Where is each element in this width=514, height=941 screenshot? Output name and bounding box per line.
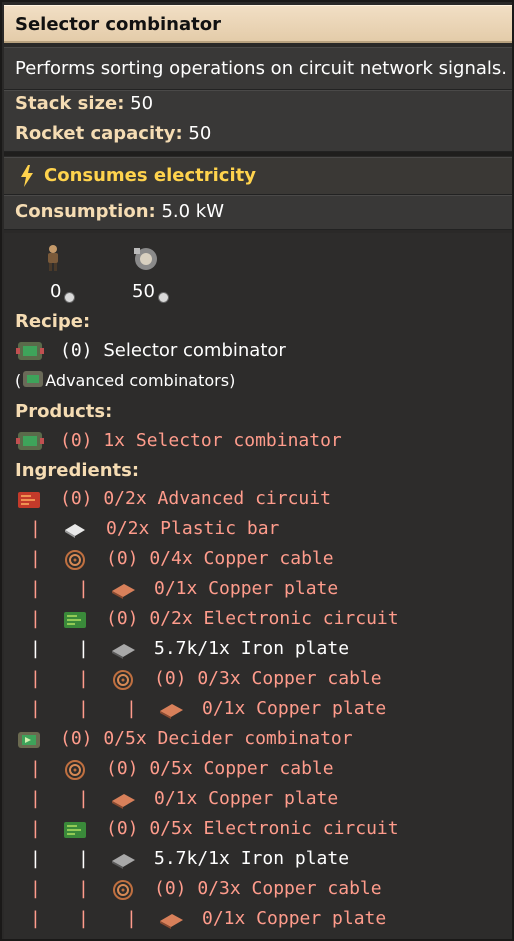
advanced-combinators-tech-icon: [23, 371, 44, 387]
consumes-electricity: Consumes electricity: [44, 165, 256, 186]
product-line: (0) 1x Selector combinator: [60, 430, 342, 451]
ingredient-line: (0) 0/2x Electronic circuit: [106, 608, 399, 629]
item-tooltip: Selector combinator Performs sorting ope…: [0, 0, 514, 941]
rocket-capacity: Rocket capacity: 50: [15, 123, 212, 144]
tooltip-header: Selector combinator: [4, 5, 512, 43]
tree-pipe: |: [30, 608, 41, 629]
ingredient-line: (0) 0/5x Electronic circuit: [106, 818, 399, 839]
copper-plate-icon: [160, 914, 183, 929]
tree-pipe: |: [30, 638, 41, 659]
separator: [4, 152, 512, 156]
plastic-bar-icon: [65, 524, 85, 538]
ingredient-line: 5.7k/1x Iron plate: [154, 638, 350, 659]
ingredient-line: 0/2x Plastic bar: [106, 518, 280, 539]
ingredient-line: (0) 0/2x Advanced circuit: [60, 488, 331, 509]
lightning-icon: [21, 165, 33, 187]
quality-dot-icon: [64, 292, 76, 303]
tree-pipe: |: [78, 848, 89, 869]
recipe-tech: (Advanced combinators): [15, 368, 235, 393]
ingredient-line: (0) 0/3x Copper cable: [154, 668, 382, 689]
tree-pipe: |: [30, 818, 41, 839]
tree-pipe: |: [126, 908, 137, 929]
copper-cable-icon: [65, 550, 85, 570]
selector-combinator-icon: [16, 432, 44, 450]
stat-rocket: 50: [132, 281, 169, 303]
rocket-silo-icon: [134, 248, 157, 270]
ingredient-line: 0/1x Copper plate: [202, 698, 387, 719]
tree-pipe: |: [126, 698, 137, 719]
ingredient-line: (0) 0/3x Copper cable: [154, 878, 382, 899]
tree-pipe: |: [30, 758, 41, 779]
tree-pipe: |: [78, 578, 89, 599]
iron-plate-icon: [112, 854, 135, 869]
tree-pipe: |: [30, 578, 41, 599]
ingredient-line: 0/1x Copper plate: [202, 908, 387, 929]
tree-pipe: |: [78, 638, 89, 659]
copper-cable-icon: [113, 880, 133, 900]
tree-pipe: |: [78, 668, 89, 689]
advanced-circuit-icon: [18, 492, 40, 508]
tree-pipe: |: [78, 788, 89, 809]
tree-pipe: |: [30, 668, 41, 689]
consumption: Consumption: 5.0 kW: [15, 201, 225, 222]
ingredient-line: 0/1x Copper plate: [154, 788, 339, 809]
copper-plate-icon: [112, 584, 135, 599]
tree-pipe: |: [30, 518, 41, 539]
electronic-circuit-icon: [64, 612, 86, 628]
tree-pipe: |: [78, 878, 89, 899]
decider-combinator-icon: [18, 732, 40, 748]
tooltip-title: Selector combinator: [15, 14, 221, 35]
ingredient-line: (0) 0/5x Decider combinator: [60, 728, 353, 749]
tree-pipe: |: [30, 548, 41, 569]
tree-pipe: |: [30, 788, 41, 809]
item-description: Performs sorting operations on circuit n…: [15, 58, 507, 79]
recipe-line: (0) Selector combinator: [60, 340, 286, 361]
tree-pipe: |: [30, 848, 41, 869]
ingredient-line: 5.7k/1x Iron plate: [154, 848, 350, 869]
recipe-label: Recipe:: [15, 311, 91, 332]
iron-plate-icon: [112, 644, 135, 659]
tree-pipe: |: [78, 908, 89, 929]
ingredients-label: Ingredients:: [15, 460, 140, 481]
ingredient-line: 0/1x Copper plate: [154, 578, 339, 599]
tree-pipe: |: [78, 698, 89, 719]
products-label: Products:: [15, 401, 113, 422]
tree-pipe: |: [30, 698, 41, 719]
ingredient-line: (0) 0/5x Copper cable: [106, 758, 334, 779]
selector-combinator-icon: [16, 342, 44, 360]
consumption-panel: Consumption: 5.0 kW: [4, 195, 512, 230]
quality-dot-icon: [157, 292, 169, 303]
stack-size: Stack size: 50: [15, 93, 154, 114]
copper-plate-icon: [112, 794, 135, 809]
copper-cable-icon: [65, 760, 85, 780]
tree-pipe: |: [30, 878, 41, 899]
stack-info-panel: Stack size: 50 Rocket capacity: 50: [4, 90, 512, 152]
ingredient-line: (0) 0/4x Copper cable: [106, 548, 334, 569]
description-panel: Performs sorting operations on circuit n…: [4, 47, 512, 90]
electricity-panel: Consumes electricity: [4, 157, 512, 195]
copper-cable-icon: [113, 670, 133, 690]
tree-pipe: |: [30, 908, 41, 929]
copper-plate-icon: [160, 704, 183, 719]
character-icon: [48, 245, 58, 271]
electronic-circuit-icon: [64, 822, 86, 838]
stat-inventory: 0: [50, 281, 76, 303]
